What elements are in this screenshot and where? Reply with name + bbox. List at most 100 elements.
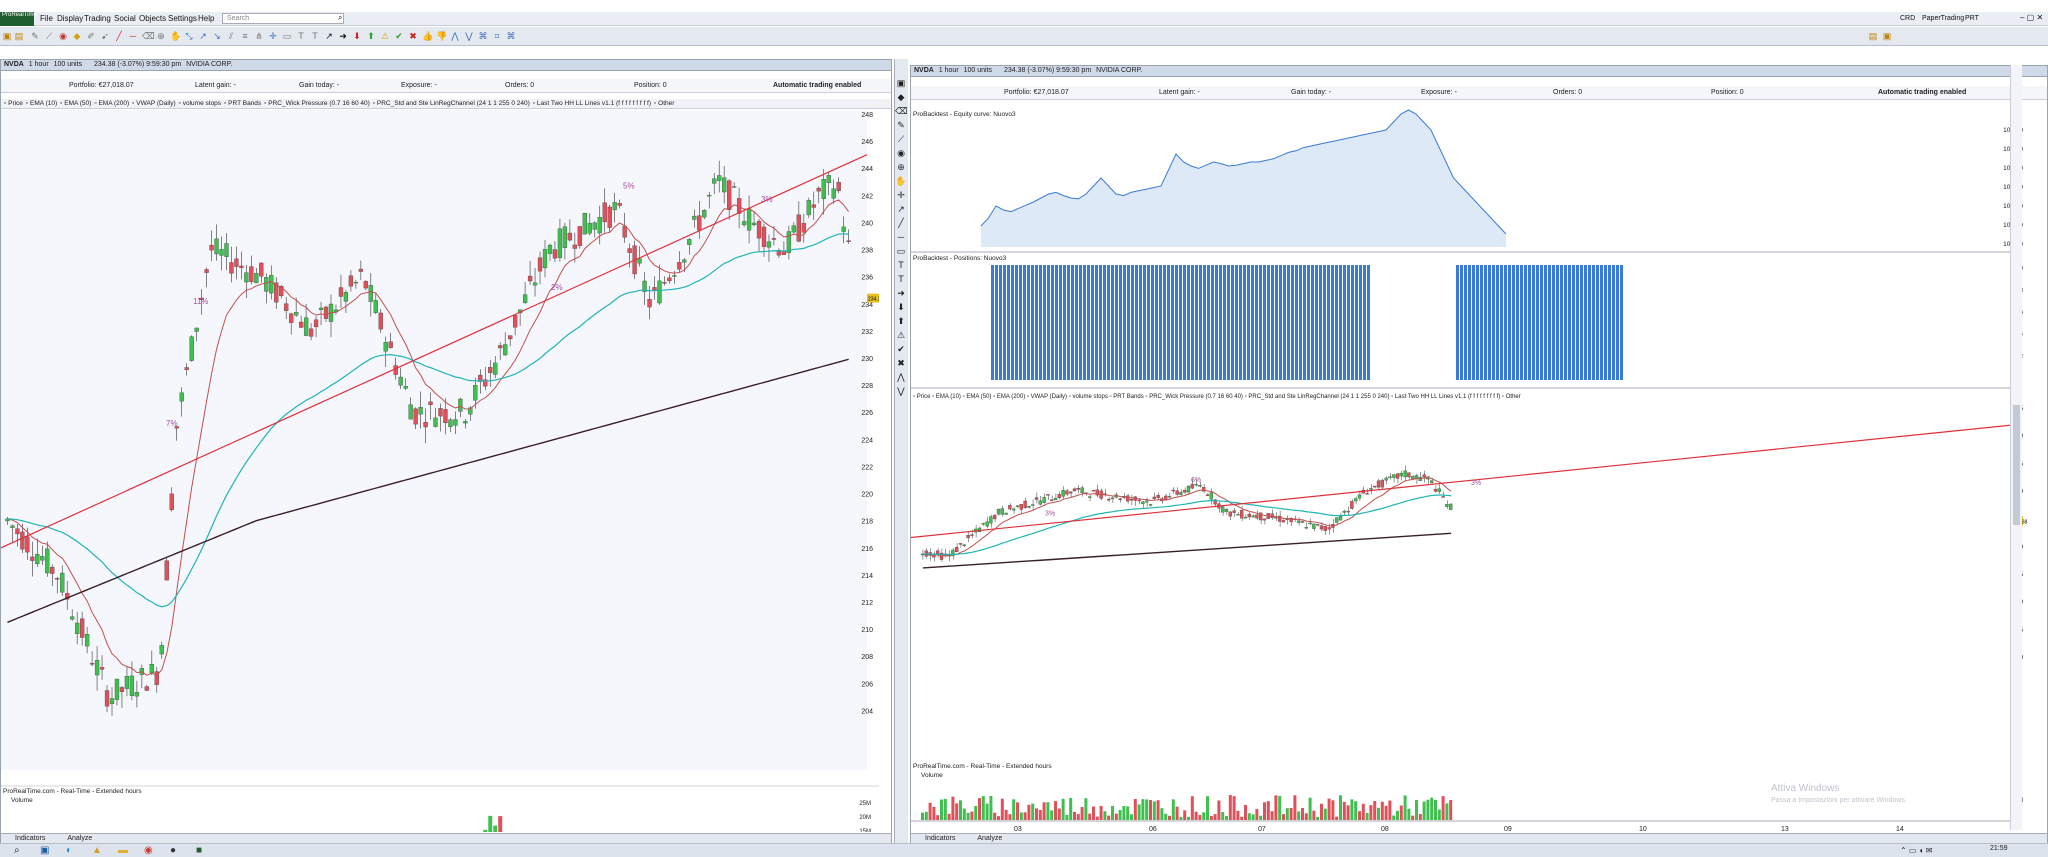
- arrow-down-icon[interactable]: ⬇: [352, 31, 362, 41]
- side-tool-icon-7[interactable]: ✋: [895, 175, 907, 187]
- vertical-scrollbar[interactable]: [2010, 65, 2022, 830]
- side-tool-icon-2[interactable]: ⌫: [895, 105, 908, 117]
- select-icon[interactable]: ➹: [100, 31, 110, 41]
- tray-icons[interactable]: ⌃ ▭ ◖ ✉: [1900, 846, 1932, 855]
- pencil-icon[interactable]: ✎: [30, 31, 40, 41]
- ruler-icon[interactable]: ⟋: [44, 31, 54, 41]
- position[interactable]: Position: 0: [634, 79, 667, 93]
- draw-icon[interactable]: ✐: [86, 31, 96, 41]
- search-input[interactable]: Search: [222, 13, 344, 24]
- trendline-icon[interactable]: ↗: [198, 31, 208, 41]
- arrow-right-icon[interactable]: ➜: [338, 31, 348, 41]
- indicators-button[interactable]: Indicators: [15, 835, 45, 842]
- thumbs-up-icon[interactable]: 👍: [422, 31, 433, 41]
- left-indicator-3[interactable]: ▫ EMA (200): [94, 100, 129, 107]
- units-selector[interactable]: 100 units: [964, 67, 992, 74]
- symbol-selector[interactable]: NVDA: [4, 61, 24, 68]
- side-tool-icon-0[interactable]: ▣: [895, 77, 907, 89]
- menu-social[interactable]: Social: [114, 14, 136, 23]
- edge-icon[interactable]: ◐: [66, 845, 72, 856]
- left-indicator-10[interactable]: ▫ Other: [654, 100, 674, 107]
- status-paper-trading[interactable]: PaperTrading: [1922, 15, 1964, 22]
- arrow-up-icon[interactable]: ⬆: [366, 31, 376, 41]
- fib-icon[interactable]: ≡: [240, 31, 250, 41]
- side-tool-icon-22[interactable]: ⋁: [895, 385, 907, 397]
- scrollbar-thumb[interactable]: [2013, 405, 2020, 525]
- menu-display[interactable]: Display: [57, 14, 83, 23]
- cross-icon[interactable]: ✖: [408, 31, 418, 41]
- pattern-icon-1[interactable]: ⋀: [450, 31, 460, 41]
- orders[interactable]: Orders: 0: [1553, 86, 1582, 100]
- side-tool-icon-6[interactable]: ⊕: [895, 161, 907, 173]
- channel-icon[interactable]: ⫽: [226, 31, 236, 41]
- window-controls-icon[interactable]: – ▢ ✕: [2020, 13, 2043, 22]
- alert-icon[interactable]: ◆: [72, 31, 82, 41]
- cursor-icon[interactable]: ⤡: [184, 31, 194, 41]
- magnet-icon[interactable]: ◉: [58, 31, 68, 41]
- position[interactable]: Position: 0: [1711, 86, 1744, 100]
- workspace-icon[interactable]: ▣: [1882, 31, 1892, 41]
- left-indicator-2[interactable]: ▫ EMA (50): [60, 100, 91, 107]
- menu-trading[interactable]: Trading: [84, 14, 111, 23]
- side-tool-icon-20[interactable]: ✖: [895, 357, 907, 369]
- side-tool-icon-17[interactable]: ⬆: [895, 315, 907, 327]
- menu-objects[interactable]: Objects: [139, 14, 166, 23]
- side-tool-icon-4[interactable]: ⟋: [895, 133, 907, 145]
- pattern-icon-3[interactable]: ⌘: [478, 31, 488, 41]
- warning-icon[interactable]: ⚠: [380, 31, 390, 41]
- search-icon[interactable]: ⌕: [338, 13, 342, 23]
- timeframe-selector[interactable]: 1 hour: [29, 61, 49, 68]
- left-indicator-7[interactable]: ▫ PRC_Wick Pressure (0.7 16 60 40): [264, 100, 370, 107]
- hline-tool-icon[interactable]: ─: [128, 31, 138, 41]
- side-tool-icon-1[interactable]: ◆: [895, 91, 907, 103]
- left-indicator-9[interactable]: ▫ Last Two HH LL Lines v1.1 (f f f f f f…: [533, 100, 651, 107]
- tool-icon-1[interactable]: ▣: [2, 31, 12, 41]
- analyze-button[interactable]: Analyze: [977, 835, 1002, 842]
- pattern-icon-2[interactable]: ⋁: [464, 31, 474, 41]
- hand-icon[interactable]: ✋: [170, 31, 181, 41]
- side-tool-icon-21[interactable]: ⋀: [895, 371, 907, 383]
- pattern-icon-5[interactable]: ⌘: [506, 31, 516, 41]
- symbol-selector[interactable]: NVDA: [914, 67, 934, 74]
- status-prt[interactable]: PRT: [1965, 15, 1979, 22]
- check-icon[interactable]: ✔: [394, 31, 404, 41]
- side-tool-icon-12[interactable]: ▭: [895, 245, 907, 257]
- timeframe-selector[interactable]: 1 hour: [939, 67, 959, 74]
- orders[interactable]: Orders: 0: [505, 79, 534, 93]
- zoom-icon[interactable]: ⊕: [156, 31, 166, 41]
- clock[interactable]: 21:59: [1990, 845, 2008, 852]
- text-icon[interactable]: T: [296, 31, 306, 41]
- vlc-icon[interactable]: ▲: [92, 845, 102, 856]
- side-tool-icon-13[interactable]: T: [895, 259, 907, 271]
- thumbs-down-icon[interactable]: 👎: [436, 31, 447, 41]
- chrome-icon[interactable]: ◉: [144, 845, 153, 856]
- arrow-icon[interactable]: ↗: [324, 31, 334, 41]
- side-tool-icon-16[interactable]: ⬇: [895, 301, 907, 313]
- folder-icon[interactable]: ▬: [118, 845, 128, 856]
- left-indicator-1[interactable]: ▫ EMA (10): [26, 100, 57, 107]
- eraser-icon[interactable]: ⌫: [142, 31, 155, 41]
- rect-icon[interactable]: ▭: [282, 31, 292, 41]
- pattern-icon-4[interactable]: ⌗: [492, 31, 502, 41]
- layout-icon[interactable]: ▤: [1868, 31, 1878, 41]
- prorealtime-icon[interactable]: ■: [196, 845, 202, 856]
- ray-icon[interactable]: ↘: [212, 31, 222, 41]
- left-indicator-4[interactable]: ▫ VWAP (Daily): [132, 100, 175, 107]
- crosshair-icon[interactable]: ✛: [268, 31, 278, 41]
- menu-file[interactable]: File: [40, 14, 53, 23]
- pitchfork-icon[interactable]: ⋔: [254, 31, 264, 41]
- left-indicator-8[interactable]: ▫ PRC_Std and Ste LinRegChannel (24 1 1 …: [373, 100, 530, 107]
- side-tool-icon-5[interactable]: ◉: [895, 147, 907, 159]
- left-indicator-0[interactable]: ▫ Price: [4, 100, 23, 107]
- indicators-button[interactable]: Indicators: [925, 835, 955, 842]
- text-box-icon[interactable]: T: [310, 31, 320, 41]
- search-icon[interactable]: ⌕: [14, 845, 20, 856]
- left-price-chart[interactable]: 248 246 244 242 240 238 236 234 232 230 228 226 224 2…: [1, 110, 879, 832]
- left-indicator-5[interactable]: ▫ volume stops: [179, 100, 221, 107]
- side-tool-icon-11[interactable]: ─: [895, 231, 907, 243]
- side-tool-icon-15[interactable]: ➜: [895, 287, 907, 299]
- menu-help[interactable]: Help: [198, 14, 214, 23]
- analyze-button[interactable]: Analyze: [67, 835, 92, 842]
- app-icon[interactable]: ●: [170, 845, 176, 856]
- taskview-icon[interactable]: ▣: [40, 845, 49, 856]
